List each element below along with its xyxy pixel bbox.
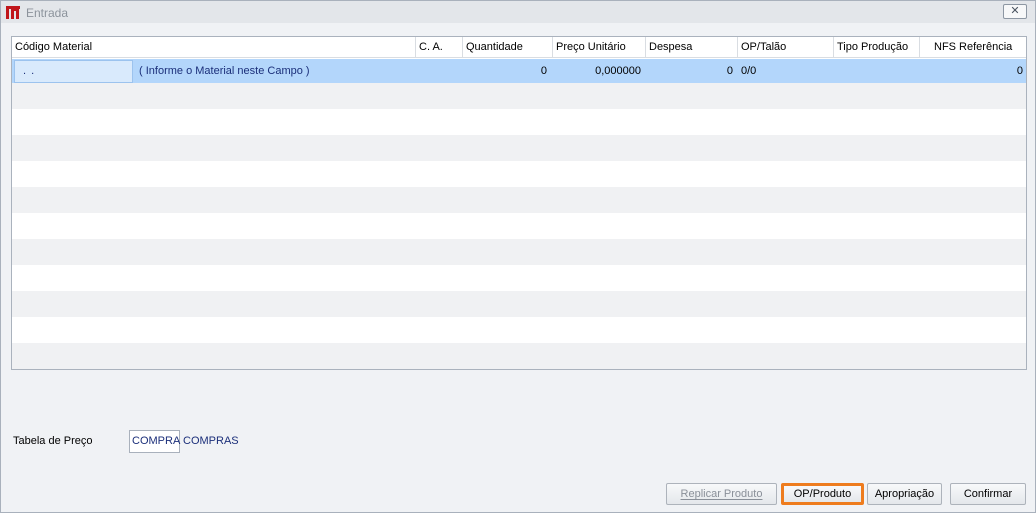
- op-talao-cell[interactable]: 0/0: [741, 59, 831, 83]
- close-icon: ✕: [1010, 5, 1020, 17]
- window-title: Entrada: [26, 6, 69, 20]
- empty-row: [12, 265, 1026, 291]
- column-header-codigo-material[interactable]: Código Material: [12, 37, 416, 58]
- replicar-produto-button[interactable]: Replicar Produto: [666, 483, 777, 505]
- column-header-nfs-referencia[interactable]: NFS Referência: [920, 37, 1026, 58]
- ca-cell[interactable]: [416, 59, 463, 83]
- replicar-produto-label: Replicar Produto: [680, 488, 763, 500]
- op-produto-label: OP/Produto: [793, 488, 852, 500]
- grid-header: Código Material C. A. Quantidade Preço U…: [12, 37, 1026, 58]
- tipo-producao-cell[interactable]: [834, 59, 920, 83]
- column-header-despesa[interactable]: Despesa: [646, 37, 738, 58]
- apropriacao-button[interactable]: Apropriação: [867, 483, 942, 505]
- close-button[interactable]: ✕: [1003, 4, 1027, 19]
- quantidade-cell[interactable]: 0: [463, 59, 547, 83]
- material-description-cell: ( Informe o Material neste Campo ): [139, 65, 310, 77]
- empty-row: [12, 135, 1026, 161]
- apropriacao-label: Apropriação: [874, 488, 935, 500]
- nfs-referencia-cell[interactable]: 0: [920, 59, 1023, 83]
- empty-row: [12, 83, 1026, 109]
- tabela-preco-description: COMPRAS: [183, 435, 239, 447]
- empty-row: [12, 317, 1026, 343]
- confirmar-button[interactable]: Confirmar: [950, 483, 1026, 505]
- empty-row: [12, 291, 1026, 317]
- empty-row: [12, 343, 1026, 369]
- grid-body: . . ( Informe o Material neste Campo ) 0…: [12, 59, 1026, 369]
- tabela-preco-label: Tabela de Preço: [13, 435, 93, 447]
- entrada-dialog: Entrada ✕ Código Material C. A. Quantida…: [0, 0, 1036, 513]
- confirmar-label: Confirmar: [963, 488, 1013, 500]
- codigo-material-input[interactable]: . .: [14, 60, 133, 83]
- material-grid[interactable]: Código Material C. A. Quantidade Preço U…: [11, 36, 1027, 370]
- app-logo-icon: [6, 6, 20, 19]
- empty-row: [12, 161, 1026, 187]
- table-row[interactable]: . . ( Informe o Material neste Campo ) 0…: [12, 59, 1026, 83]
- column-header-quantidade[interactable]: Quantidade: [463, 37, 553, 58]
- despesa-cell[interactable]: 0: [646, 59, 733, 83]
- column-header-preco-unitario[interactable]: Preço Unitário: [553, 37, 646, 58]
- column-header-tipo-producao[interactable]: Tipo Produção: [834, 37, 920, 58]
- tabela-preco-input[interactable]: COMPRA: [129, 430, 180, 453]
- empty-row: [12, 239, 1026, 265]
- title-bar: Entrada ✕: [1, 1, 1035, 23]
- empty-row: [12, 187, 1026, 213]
- preco-unitario-cell[interactable]: 0,000000: [553, 59, 641, 83]
- empty-row: [12, 109, 1026, 135]
- empty-row: [12, 213, 1026, 239]
- column-header-op-talao[interactable]: OP/Talão: [738, 37, 834, 58]
- column-header-ca[interactable]: C. A.: [416, 37, 463, 58]
- op-produto-button[interactable]: OP/Produto: [781, 483, 864, 505]
